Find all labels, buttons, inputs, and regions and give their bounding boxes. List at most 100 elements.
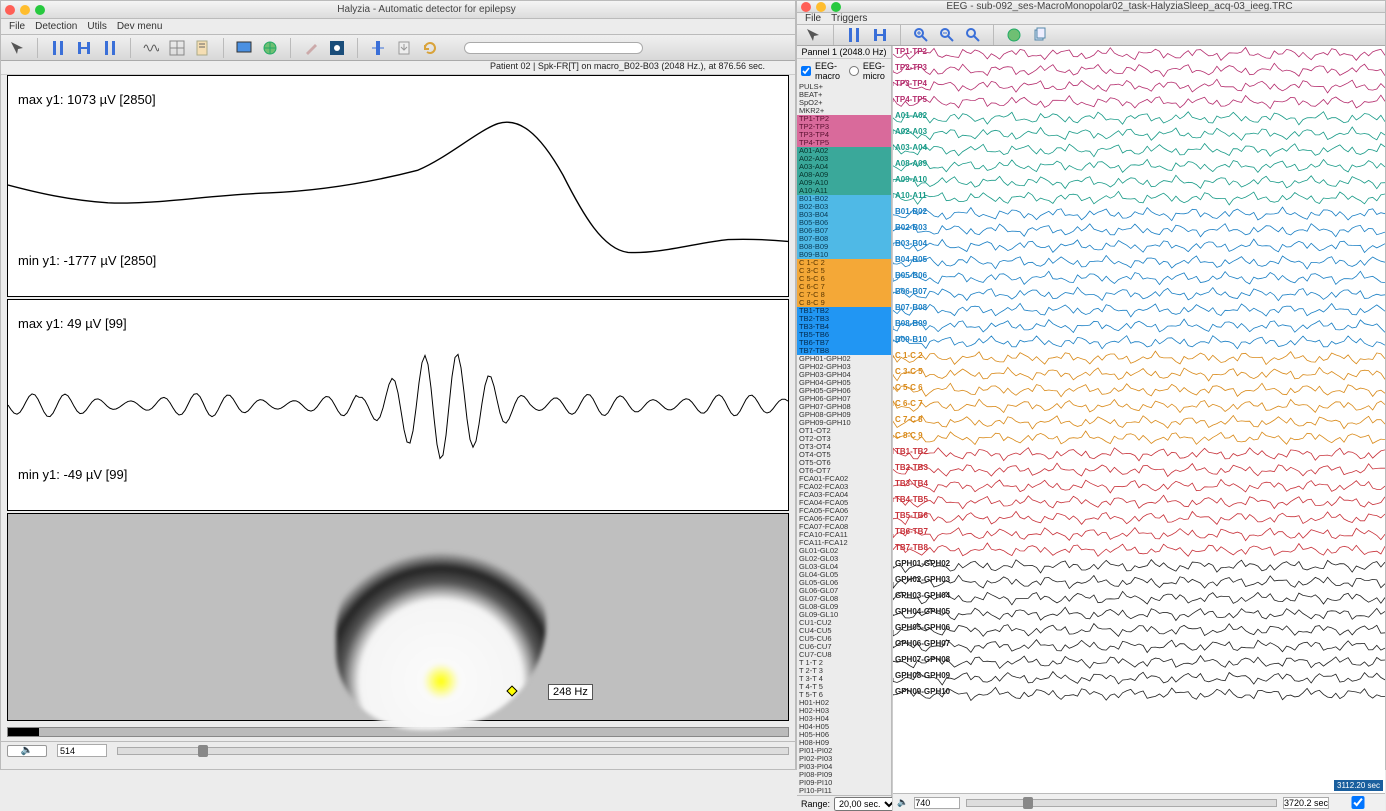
eeg-trace-row[interactable]: C 6-C 7: [893, 398, 1385, 414]
screen-icon[interactable]: [234, 38, 254, 58]
vertical-bars-icon-2[interactable]: [100, 38, 120, 58]
eeg-trace-row[interactable]: B02-B03: [893, 222, 1385, 238]
menubar-right[interactable]: File Triggers: [797, 13, 1385, 25]
eeg-trace-row[interactable]: TP2-TP3: [893, 62, 1385, 78]
zoom-in-icon[interactable]: [911, 25, 931, 45]
spectrogram-panel[interactable]: 248 Hz: [7, 513, 789, 721]
speaker-icon[interactable]: 🔈: [897, 797, 908, 808]
notes-icon[interactable]: [193, 38, 213, 58]
eeg-trace-row[interactable]: B04-B05: [893, 254, 1385, 270]
playhead-slider[interactable]: [117, 747, 789, 755]
eeg-trace-row[interactable]: C 7-C 8: [893, 414, 1385, 430]
eeg-trace-row[interactable]: B09-B10: [893, 334, 1385, 350]
grid-icon[interactable]: [167, 38, 187, 58]
close-icon[interactable]: [5, 5, 15, 15]
eeg-trace-row[interactable]: C 3-C 5: [893, 366, 1385, 382]
eeg-trace-row[interactable]: TB6-TB7: [893, 526, 1385, 542]
eeg-trace-row[interactable]: C 1-C 2: [893, 350, 1385, 366]
eeg-micro-radio[interactable]: [849, 66, 859, 76]
zoom-out-icon[interactable]: [937, 25, 957, 45]
minimize-icon[interactable]: [816, 2, 826, 12]
zoom-reset-icon[interactable]: [963, 25, 983, 45]
eeg-trace-row[interactable]: TP3-TP4: [893, 78, 1385, 94]
eeg-trace-row[interactable]: B05-B06: [893, 270, 1385, 286]
eeg-trace-row[interactable]: TB5-TB6: [893, 510, 1385, 526]
menu-file[interactable]: File: [9, 21, 25, 32]
refresh-icon[interactable]: [420, 38, 440, 58]
eeg-trace-row[interactable]: TB1-TB2: [893, 446, 1385, 462]
channel-row[interactable]: PI10-PI11: [797, 787, 891, 795]
toolbar-left[interactable]: [1, 35, 795, 61]
window-controls[interactable]: [801, 2, 841, 12]
cursor-icon[interactable]: [803, 25, 823, 45]
eeg-trace-row[interactable]: GPH01-GPH02: [893, 558, 1385, 574]
eeg-trace-row[interactable]: GPH04-GPH05: [893, 606, 1385, 622]
eeg-trace-row[interactable]: B07-B08: [893, 302, 1385, 318]
menu-detection[interactable]: Detection: [35, 21, 77, 32]
eeg-trace-row[interactable]: A02-A03: [893, 126, 1385, 142]
time-left-input[interactable]: [914, 797, 960, 809]
vertical-bars-icon[interactable]: [844, 25, 864, 45]
menu-triggers[interactable]: Triggers: [831, 13, 867, 24]
toolbar-right[interactable]: [797, 25, 1385, 46]
focus-icon[interactable]: [327, 38, 347, 58]
menu-file[interactable]: File: [805, 13, 821, 24]
channel-row[interactable]: PI09-PI10: [797, 779, 891, 787]
globe-icon[interactable]: [1004, 25, 1024, 45]
eeg-trace-row[interactable]: GPH08-GPH09: [893, 670, 1385, 686]
overview-bar[interactable]: [7, 727, 789, 737]
eeg-trace-row[interactable]: B06-B07: [893, 286, 1385, 302]
eeg-trace-row[interactable]: TB3-TB4: [893, 478, 1385, 494]
menu-dev-menu[interactable]: Dev menu: [117, 21, 163, 32]
progress-slider[interactable]: [464, 42, 643, 54]
marker-icon[interactable]: [368, 38, 388, 58]
titlebar-right[interactable]: EEG - sub-092_ses-MacroMonopolar02_task-…: [797, 1, 1385, 13]
eeg-trace-row[interactable]: GPH05-GPH06: [893, 622, 1385, 638]
vertical-bars-icon[interactable]: [48, 38, 68, 58]
eeg-trace-row[interactable]: GPH03-GPH04: [893, 590, 1385, 606]
eeg-time-slider[interactable]: [966, 799, 1277, 807]
close-icon[interactable]: [801, 2, 811, 12]
eeg-trace-row[interactable]: TB7-TB8: [893, 542, 1385, 558]
range-select[interactable]: 20,00 sec.: [834, 797, 898, 811]
menu-utils[interactable]: Utils: [87, 21, 106, 32]
eeg-trace-row[interactable]: A08-A09: [893, 158, 1385, 174]
eeg-trace-row[interactable]: TB2-TB3: [893, 462, 1385, 478]
eeg-trace-row[interactable]: TP4-TP5: [893, 94, 1385, 110]
eeg-trace-row[interactable]: TB4-TB5: [893, 494, 1385, 510]
brush-icon[interactable]: [301, 38, 321, 58]
eeg-trace-row[interactable]: B03-B04: [893, 238, 1385, 254]
eeg-trace-row[interactable]: GPH09-GPH10: [893, 686, 1385, 702]
eeg-trace-row[interactable]: TP1-TP2: [893, 46, 1385, 62]
eeg-trace-row[interactable]: C 5-C 6: [893, 382, 1385, 398]
eeg-trace-row[interactable]: C 8-C 9: [893, 430, 1385, 446]
cursor-icon[interactable]: [7, 38, 27, 58]
zoom-icon[interactable]: [831, 2, 841, 12]
export-icon[interactable]: [394, 38, 414, 58]
globe-icon[interactable]: [260, 38, 280, 58]
filtered-signal-panel[interactable]: max y1: 49 µV [99] min y1: -49 µV [99]: [7, 299, 789, 511]
eeg-trace-row[interactable]: A01-A02: [893, 110, 1385, 126]
eeg-trace-row[interactable]: A10-A11: [893, 190, 1385, 206]
follow-checkbox[interactable]: [1335, 796, 1381, 809]
eeg-trace-row[interactable]: GPH02-GPH03: [893, 574, 1385, 590]
eeg-macro-checkbox[interactable]: [801, 66, 811, 76]
waveform-icon[interactable]: [141, 38, 161, 58]
channel-list[interactable]: PULS+BEAT+SpO2+MKR2+TP1-TP2TP2-TP3TP3-TP…: [797, 83, 891, 795]
range-bars-icon[interactable]: [870, 25, 890, 45]
eeg-trace-row[interactable]: A09-A10: [893, 174, 1385, 190]
eeg-trace-row[interactable]: GPH07-GPH08: [893, 654, 1385, 670]
eeg-trace-row[interactable]: A03-A04: [893, 142, 1385, 158]
time-right-input[interactable]: [1283, 797, 1329, 809]
minimize-icon[interactable]: [20, 5, 30, 15]
window-controls[interactable]: [5, 5, 45, 15]
speaker-icon[interactable]: 🔈: [7, 745, 47, 757]
eeg-trace-row[interactable]: B08-B09: [893, 318, 1385, 334]
zoom-icon[interactable]: [35, 5, 45, 15]
eeg-trace-area[interactable]: 3112.20 sec 🔈 TP1-TP2TP2-TP3TP3-TP4TP4-T…: [892, 46, 1385, 811]
eeg-trace-row[interactable]: GPH06-GPH07: [893, 638, 1385, 654]
raw-signal-panel[interactable]: max y1: 1073 µV [2850] min y1: -1777 µV …: [7, 75, 789, 297]
channel-row[interactable]: PI08-PI09: [797, 771, 891, 779]
eeg-trace-row[interactable]: B01-B02: [893, 206, 1385, 222]
menubar-left[interactable]: File Detection Utils Dev menu: [1, 19, 795, 35]
